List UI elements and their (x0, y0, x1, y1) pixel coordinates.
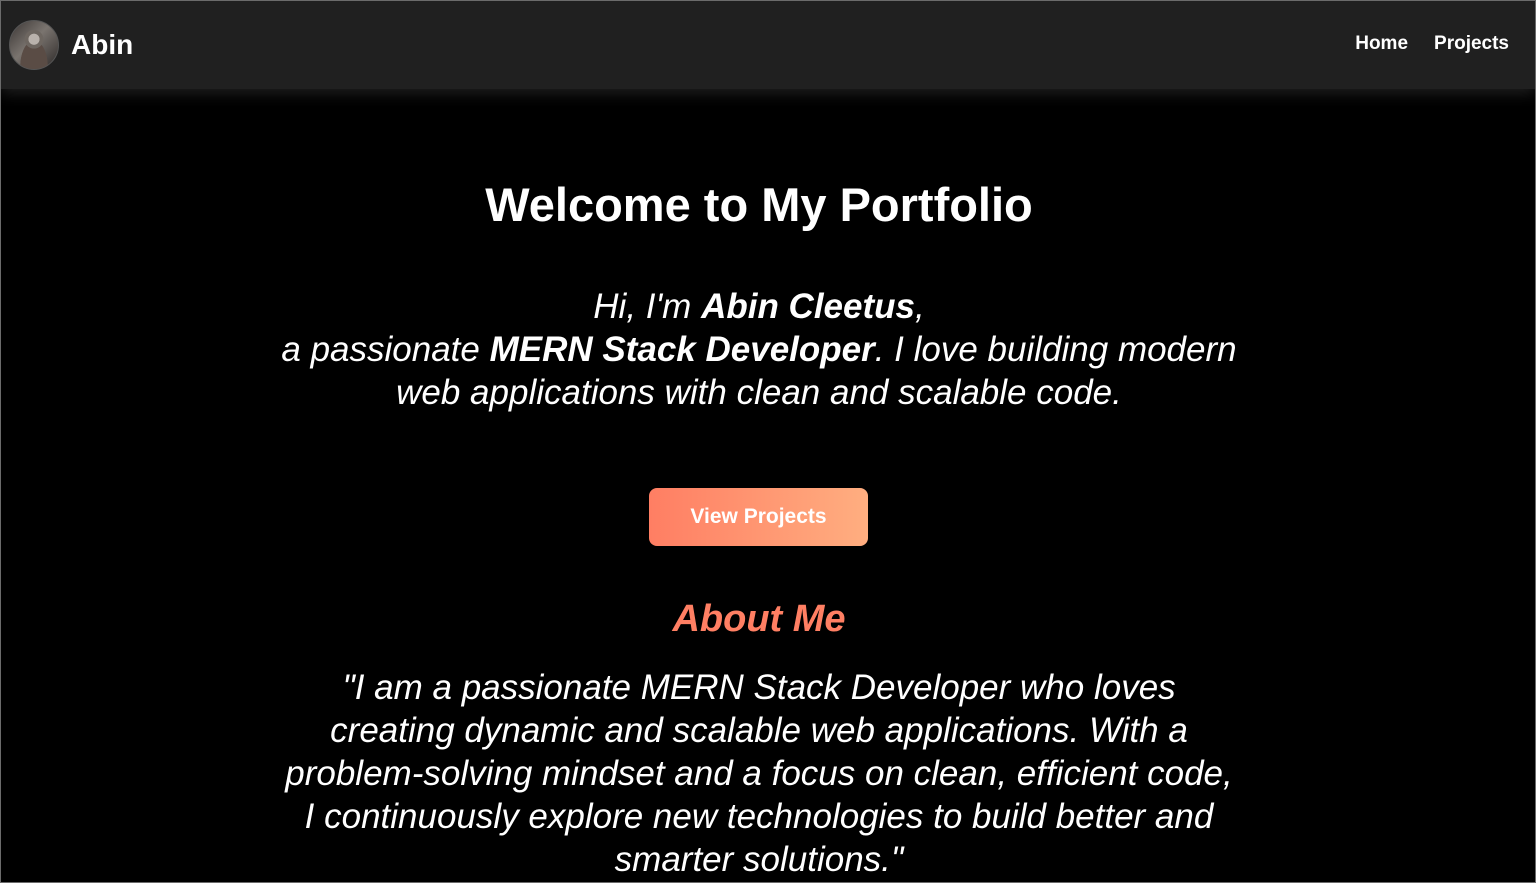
nav-link-projects[interactable]: Projects (1434, 33, 1509, 55)
nav-link-home[interactable]: Home (1355, 33, 1408, 55)
nav-links: Home Projects (1355, 33, 1509, 55)
portfolio-page: Abin Home Projects Welcome to My Portfol… (0, 0, 1536, 883)
navbar: Abin Home Projects (1, 1, 1535, 89)
page-title: Welcome to My Portfolio (485, 178, 1033, 231)
avatar (9, 20, 59, 70)
about-title: About Me (672, 598, 846, 640)
intro-name: Abin Cleetus (701, 287, 915, 326)
about-text: "I am a passionate MERN Stack Developer … (285, 668, 1233, 879)
intro-greeting-prefix: Hi, I'm (593, 287, 702, 326)
intro-role: MERN Stack Developer (489, 330, 875, 369)
brand-name: Abin (71, 29, 134, 60)
brand[interactable]: Abin (9, 20, 133, 70)
intro-role-prefix: a passionate (281, 330, 490, 369)
intro-text: Hi, I'm Abin Cleetus, a passionate MERN … (281, 285, 1237, 414)
view-projects-button[interactable]: View Projects (649, 488, 868, 546)
intro-greeting-suffix: , (914, 287, 925, 326)
